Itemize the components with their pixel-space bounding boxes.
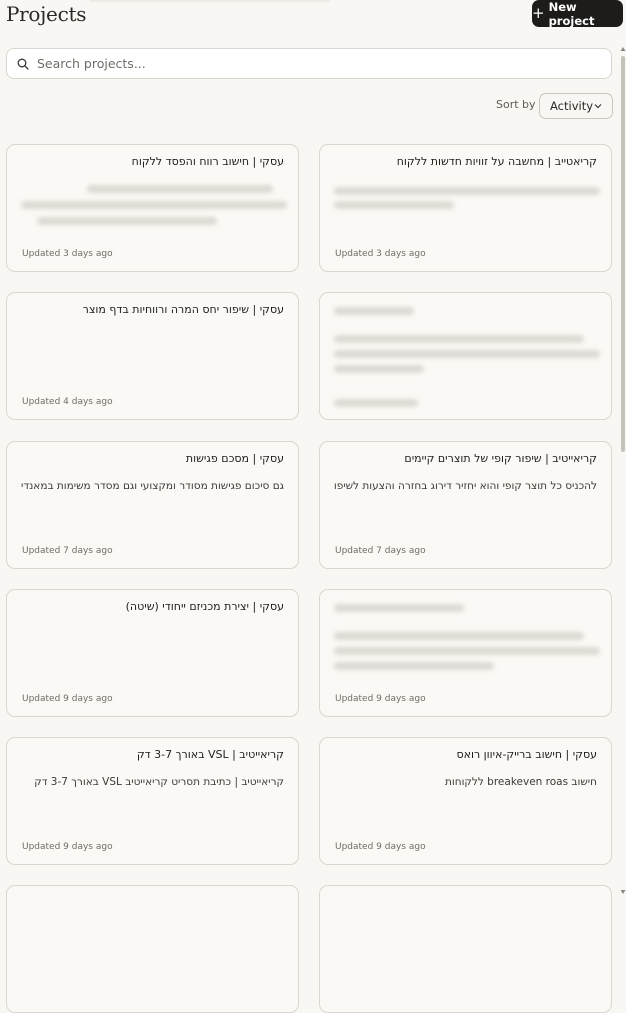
project-card[interactable]: עסקי | יצירת מכניזם ייחודי (שיטה) Update… — [6, 589, 299, 717]
project-title: עסקי | שיפור יחס המרה ורווחיות בדף מוצר — [82, 303, 284, 316]
project-card[interactable]: קריאייטיב | שיפור קופי של תוצרים קיימים … — [319, 441, 612, 569]
project-card[interactable] — [319, 885, 612, 1013]
project-description: קריאייטיב | כתיבת תסריט קריאייטיב VSL בא… — [34, 776, 284, 788]
search-bar[interactable] — [6, 48, 612, 79]
blurred-description — [334, 335, 584, 343]
search-icon — [17, 58, 29, 70]
blurred-description — [334, 662, 494, 670]
scrollbar-thumb[interactable] — [621, 56, 625, 452]
updated-timestamp: Updated 7 days ago — [22, 546, 113, 556]
project-card[interactable]: קריאטייב | מחשבה על זוויות חדשות ללקוח U… — [319, 144, 612, 272]
blurred-description — [37, 217, 217, 225]
project-card[interactable]: עסקי | מסכם פגישות גם סיכום פגישות מסודר… — [6, 441, 299, 569]
project-description: להכניס כל תוצר קופי והוא יחזיר דירוג בחז… — [334, 480, 597, 492]
blurred-title — [334, 604, 464, 612]
new-project-label: New project — [548, 0, 595, 28]
project-description: גם סיכום פגישות מסודר ומקצועי וגם מסדר מ… — [21, 480, 284, 492]
scroll-down-arrow-icon[interactable] — [620, 889, 626, 895]
project-card[interactable] — [6, 885, 299, 1013]
project-card[interactable]: Updated 9 days ago — [319, 589, 612, 717]
updated-timestamp: Updated 3 days ago — [335, 249, 426, 259]
blurred-timestamp — [334, 399, 418, 407]
project-description: חישוב breakeven roas ללקוחות — [444, 776, 597, 788]
chevron-down-icon — [594, 104, 602, 109]
updated-timestamp: Updated 4 days ago — [22, 397, 113, 407]
project-title: קריאטייב | מחשבה על זוויות חדשות ללקוח — [396, 155, 597, 168]
project-title: קריאייטיב | VSL באורך 3-7 דק — [136, 748, 284, 761]
project-title: עסקי | יצירת מכניזם ייחודי (שיטה) — [125, 600, 284, 613]
plus-icon: + — [532, 4, 545, 22]
project-title: עסקי | חישוב רווח והפסד ללקוח — [131, 155, 284, 168]
search-input[interactable] — [35, 55, 599, 72]
project-card[interactable]: עסקי | חישוב ברייק-איוון רואס חישוב brea… — [319, 737, 612, 865]
project-title: קריאייטיב | שיפור קופי של תוצרים קיימים — [404, 452, 597, 465]
blurred-description — [334, 201, 454, 209]
blurred-description — [334, 632, 584, 640]
blurred-description — [21, 201, 287, 209]
updated-timestamp: Updated 9 days ago — [22, 694, 113, 704]
updated-timestamp: Updated 9 days ago — [22, 842, 113, 852]
scroll-up-arrow-icon[interactable] — [620, 46, 626, 52]
blurred-description — [87, 185, 273, 193]
page-title: Projects — [6, 2, 87, 26]
project-card[interactable]: קריאייטיב | VSL באורך 3-7 דק קריאייטיב |… — [6, 737, 299, 865]
project-title: עסקי | מסכם פגישות — [185, 452, 284, 465]
sort-by-label: Sort by — [496, 98, 536, 111]
sort-select[interactable]: Activity — [539, 93, 613, 119]
blurred-title — [334, 307, 414, 315]
project-title: עסקי | חישוב ברייק-איוון רואס — [456, 748, 597, 761]
project-card[interactable] — [319, 292, 612, 420]
updated-timestamp: Updated 7 days ago — [335, 546, 426, 556]
updated-timestamp: Updated 9 days ago — [335, 842, 426, 852]
project-card[interactable]: עסקי | שיפור יחס המרה ורווחיות בדף מוצר … — [6, 292, 299, 420]
updated-timestamp: Updated 3 days ago — [22, 249, 113, 259]
updated-timestamp: Updated 9 days ago — [335, 694, 426, 704]
new-project-button[interactable]: + New project — [532, 0, 623, 28]
blurred-description — [334, 187, 600, 195]
project-card[interactable]: עסקי | חישוב רווח והפסד ללקוח Updated 3 … — [6, 144, 299, 272]
sort-value: Activity — [550, 99, 594, 113]
blurred-description — [334, 350, 600, 358]
blurred-description — [334, 647, 600, 655]
top-pill-decoration — [88, 0, 332, 2]
blurred-description — [334, 365, 424, 373]
